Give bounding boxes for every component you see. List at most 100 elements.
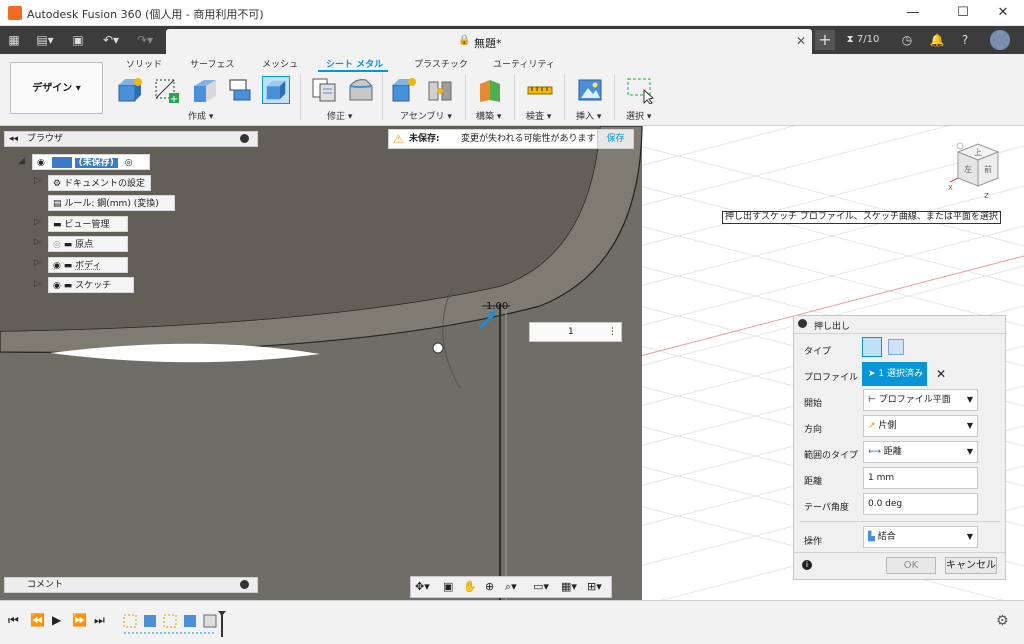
select-group-label[interactable]: 選択 ▾	[626, 109, 651, 122]
offset-plane-icon[interactable]	[476, 76, 504, 104]
help-icon[interactable]: ?	[956, 30, 974, 50]
browser-root-item[interactable]: ◉ (未保存) ◎	[32, 154, 150, 170]
tab-utility[interactable]: ユーティリティ	[493, 57, 555, 70]
tab-solid[interactable]: ソリッド	[126, 57, 162, 70]
expand-item-icon[interactable]: ▷	[34, 279, 41, 289]
tab-mesh[interactable]: メッシュ	[262, 57, 298, 70]
visibility-eye-icon[interactable]: ◉	[37, 158, 45, 168]
flange-icon[interactable]	[190, 76, 218, 104]
step-forward-icon[interactable]: ⏩	[72, 613, 87, 627]
expand-item-icon[interactable]: ▷	[34, 176, 41, 186]
clock-icon[interactable]: ◷	[898, 30, 916, 50]
browser-item-bodies[interactable]: ◉ ▬ ボディ	[48, 257, 128, 273]
close-tab-icon[interactable]: ✕	[796, 34, 806, 48]
visibility-eye-icon[interactable]: ◉	[53, 281, 61, 291]
modify-group-label[interactable]: 修正 ▾	[327, 109, 352, 122]
app-grid-icon[interactable]: ▦	[6, 30, 22, 50]
visibility-eye-icon[interactable]: ◉	[53, 261, 61, 271]
cancel-button[interactable]: キャンセル	[945, 557, 997, 574]
create-group-label[interactable]: 作成 ▾	[188, 109, 213, 122]
minimize-button[interactable]: —	[890, 0, 936, 26]
info-icon[interactable]: i	[802, 560, 812, 570]
type-thin-icon[interactable]	[888, 339, 904, 355]
undo-icon[interactable]: ↶▾	[98, 30, 124, 50]
taper-angle-field[interactable]: 0.0 deg	[863, 493, 978, 515]
document-tab[interactable]: 🔒 無題* ✕	[166, 29, 812, 54]
distance-field[interactable]: 1 mm	[863, 467, 978, 489]
unfold-icon[interactable]	[226, 76, 254, 104]
browser-item-label: 原点	[75, 240, 94, 250]
tab-plastic[interactable]: プラスチック	[414, 57, 468, 70]
direction-dropdown[interactable]: ↗ 片側 ▼	[863, 415, 978, 437]
more-options-icon[interactable]: ⋮	[608, 323, 617, 341]
close-window-button[interactable]: ✕	[980, 0, 1024, 26]
rotate-handle[interactable]	[432, 342, 444, 354]
start-dropdown[interactable]: ⊢ プロファイル平面 ▼	[863, 389, 978, 411]
new-tab-button[interactable]: +	[815, 30, 835, 50]
select-icon[interactable]	[626, 76, 654, 104]
zoom-icon[interactable]: ⊕	[485, 577, 494, 597]
browser-item-named-views[interactable]: ▬ ビュー管理	[48, 216, 128, 232]
insert-image-icon[interactable]	[576, 76, 604, 104]
assemble-group-label[interactable]: アセンブリ ▾	[400, 109, 452, 122]
extent-type-dropdown[interactable]: ⟷ 距離 ▼	[863, 441, 978, 463]
inspect-group-label[interactable]: 検査 ▾	[526, 109, 551, 122]
clear-selection-icon[interactable]: ✕	[936, 367, 946, 381]
browser-item-origin[interactable]: ◎ ▬ 原点	[48, 236, 128, 252]
workspace-switcher[interactable]: デザイン ▾	[10, 62, 103, 114]
new-component-icon[interactable]	[116, 76, 144, 104]
go-to-end-icon[interactable]: ⏭	[94, 613, 105, 628]
go-to-start-icon[interactable]: ⏮	[8, 613, 19, 628]
expand-root-icon[interactable]: ◢	[18, 156, 25, 166]
extrude-icon[interactable]	[262, 76, 290, 104]
distance-input-value[interactable]: 1	[568, 323, 574, 341]
timeline-settings-icon[interactable]: ⚙	[996, 613, 1009, 629]
job-status-button[interactable]: ⧗ 7/10	[843, 30, 883, 50]
home-view-icon[interactable]	[956, 142, 964, 150]
measure-icon[interactable]	[526, 76, 554, 104]
play-icon[interactable]: ▶	[52, 613, 61, 627]
browser-options-icon[interactable]	[240, 134, 249, 143]
create-sketch-icon[interactable]: +	[152, 76, 180, 104]
step-back-icon[interactable]: ⏪	[30, 613, 45, 627]
fit-icon[interactable]: ⌕▾	[505, 577, 517, 597]
expand-item-icon[interactable]: ▷	[34, 237, 41, 247]
construct-group-label[interactable]: 構築 ▾	[476, 109, 501, 122]
distance-input-box[interactable]: 1 ⋮	[529, 322, 622, 342]
save-icon[interactable]: ▣	[70, 30, 86, 50]
notification-icon[interactable]: 🔔	[928, 30, 946, 50]
expand-item-icon[interactable]: ▷	[34, 217, 41, 227]
tab-sheet-metal[interactable]: シート メタル	[326, 57, 383, 70]
display-settings-icon[interactable]: ▭▾	[533, 577, 549, 597]
pan-icon[interactable]: ✋	[463, 577, 477, 597]
press-pull-icon[interactable]	[346, 76, 374, 104]
look-at-icon[interactable]: ▣	[443, 577, 453, 597]
browser-item-document-settings[interactable]: ⚙ ドキュメントの設定	[48, 175, 151, 191]
viewports-icon[interactable]: ⊞▾	[587, 577, 602, 597]
save-button[interactable]: 保存	[597, 130, 633, 148]
browser-item-rule[interactable]: ▤ ルール: 鋼(mm) (変換)	[48, 195, 175, 211]
viewcube[interactable]: 上 左 前 X Z	[944, 134, 1004, 204]
collapse-dialog-icon[interactable]	[798, 319, 807, 328]
add-comment-icon[interactable]	[240, 580, 249, 589]
file-menu-icon[interactable]: ▤▾	[32, 30, 58, 50]
grid-icon[interactable]: ▦▾	[561, 577, 577, 597]
timeline-features[interactable]	[122, 609, 232, 639]
tab-surface[interactable]: サーフェス	[190, 57, 234, 70]
expand-item-icon[interactable]: ▷	[34, 258, 41, 268]
insert-group-label[interactable]: 挿入 ▾	[576, 109, 601, 122]
operation-dropdown[interactable]: ▙ 結合 ▼	[863, 526, 978, 548]
profile-selection-button[interactable]: ➤ 1 選択済み	[862, 362, 927, 386]
collapse-browser-icon[interactable]: ◂◂	[9, 132, 18, 146]
redo-icon[interactable]: ↷▾	[132, 30, 158, 50]
type-solid-icon[interactable]	[862, 337, 882, 357]
hidden-eye-icon[interactable]: ◎	[53, 240, 61, 250]
orbit-icon[interactable]: ✥▾	[415, 577, 430, 597]
user-avatar[interactable]	[990, 30, 1010, 50]
modify-sheet-metal-rules-icon[interactable]	[310, 76, 338, 104]
joint-icon[interactable]	[426, 76, 454, 104]
new-component-assembly-icon[interactable]	[390, 76, 418, 104]
browser-item-sketches[interactable]: ◉ ▬ スケッチ	[48, 277, 134, 293]
activate-radio-icon[interactable]: ◎	[125, 158, 133, 168]
ok-button[interactable]: OK	[886, 557, 936, 574]
